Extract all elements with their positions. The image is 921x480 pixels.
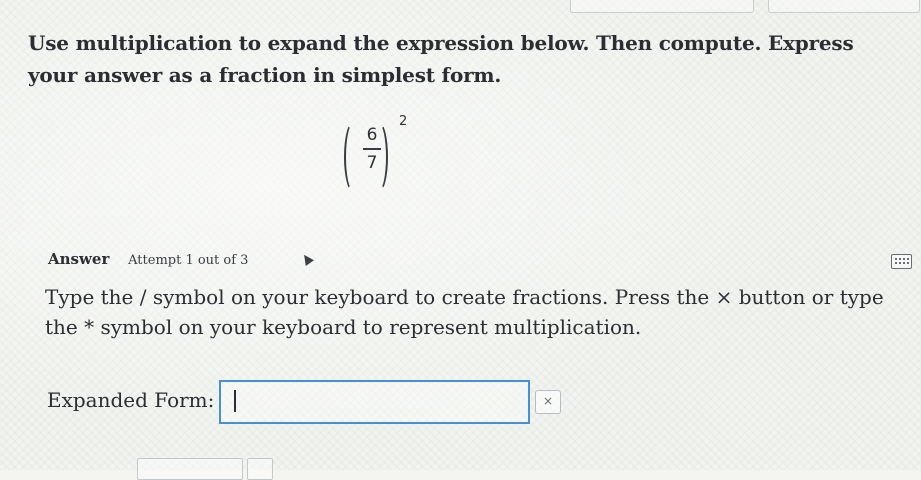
- mouse-pointer-icon: [300, 252, 314, 266]
- problem-page: Use multiplication to expand the express…: [0, 0, 921, 480]
- expanded-form-input[interactable]: [219, 380, 530, 424]
- bottom-button-partial[interactable]: [247, 458, 273, 480]
- attempt-counter: Attempt 1 out of 3: [128, 253, 249, 268]
- answer-label: Answer: [48, 250, 110, 268]
- expanded-form-label: Expanded Form:: [47, 388, 215, 412]
- question-text: Use multiplication to expand the express…: [28, 31, 854, 87]
- math-expression: 6 7 2: [344, 112, 434, 202]
- top-button-right[interactable]: [768, 0, 920, 13]
- bottom-input-partial[interactable]: [137, 458, 243, 480]
- right-parenthesis: [370, 122, 388, 192]
- times-button[interactable]: ×: [535, 390, 561, 414]
- input-instructions: Type the / symbol on your keyboard to cr…: [45, 285, 884, 339]
- answer-header: Answer Attempt 1 out of 3: [48, 250, 248, 268]
- exponent: 2: [399, 114, 408, 129]
- top-button-left[interactable]: [570, 0, 754, 13]
- left-parenthesis: [344, 122, 362, 192]
- text-caret: [234, 390, 236, 412]
- keyboard-icon[interactable]: [891, 254, 912, 269]
